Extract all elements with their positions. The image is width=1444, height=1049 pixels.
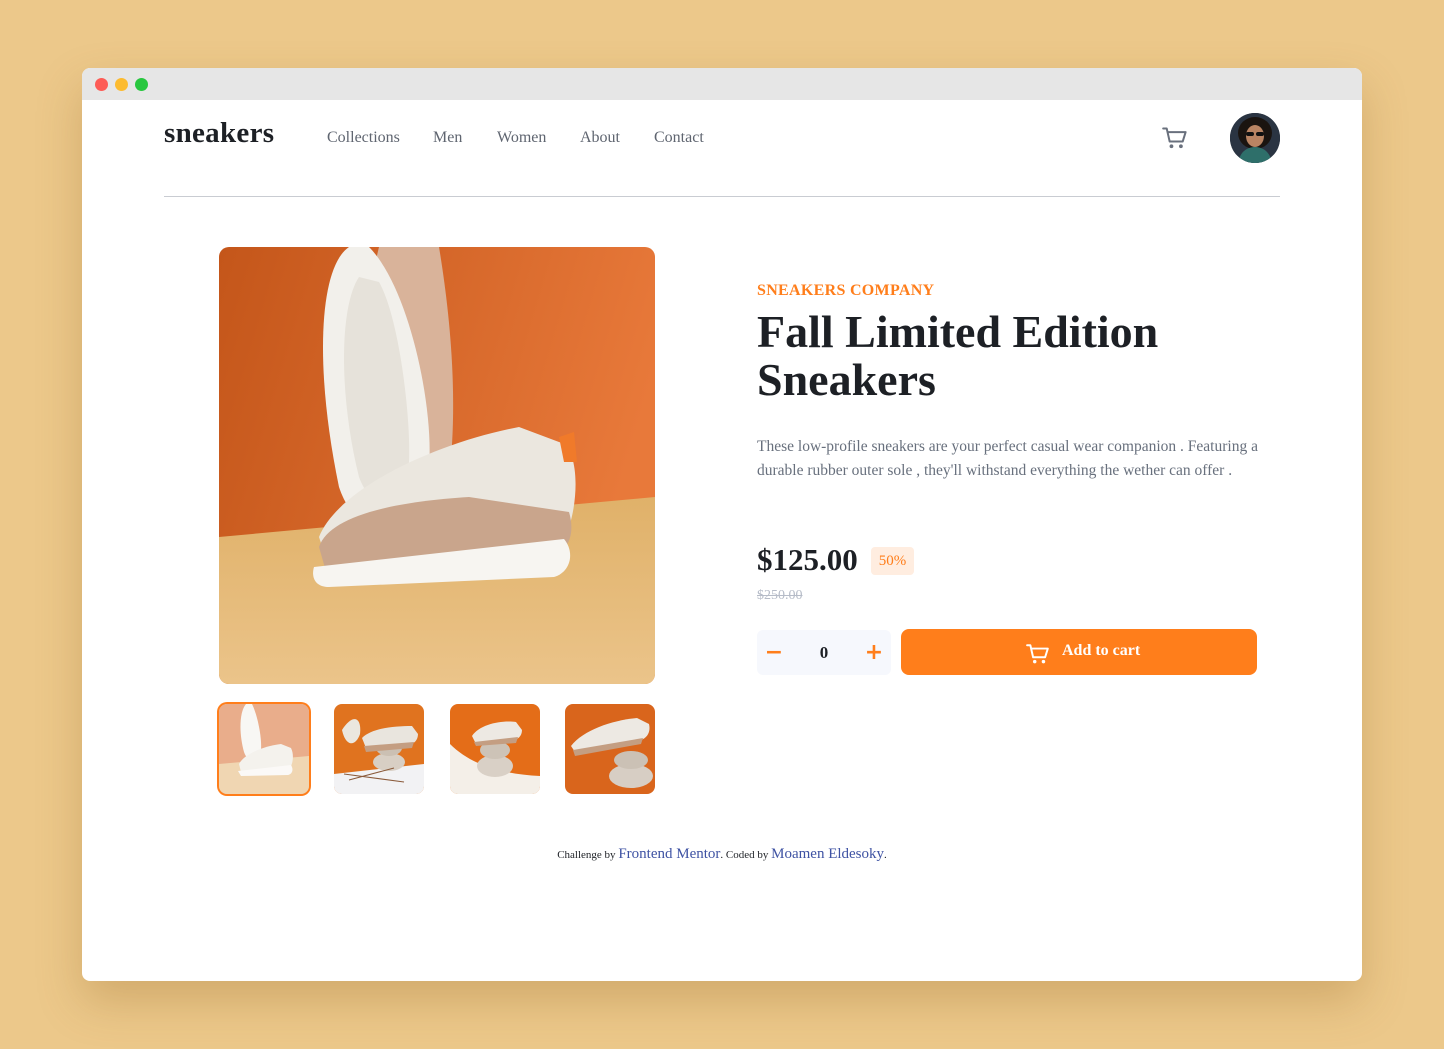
window-titlebar bbox=[82, 68, 1362, 100]
current-price: $125.00 bbox=[757, 542, 858, 577]
user-avatar[interactable] bbox=[1230, 113, 1280, 163]
attribution-suffix: . bbox=[884, 849, 887, 861]
discount-badge: 50% bbox=[871, 547, 914, 575]
original-price: $250.00 bbox=[757, 588, 803, 603]
close-window-button[interactable] bbox=[95, 78, 108, 91]
quantity-value: 0 bbox=[819, 643, 829, 662]
nav-men[interactable]: Men bbox=[433, 129, 462, 147]
nav-women[interactable]: Women bbox=[497, 129, 546, 147]
avatar-image bbox=[1230, 113, 1280, 163]
increase-quantity-button[interactable]: + bbox=[857, 630, 891, 675]
maximize-window-button[interactable] bbox=[135, 78, 148, 91]
thumbnail-2-image bbox=[334, 704, 424, 794]
decrease-quantity-button[interactable]: − bbox=[757, 630, 791, 675]
nav-about[interactable]: About bbox=[580, 129, 620, 147]
thumbnail-2[interactable] bbox=[334, 704, 424, 794]
product-title-line-2: Sneakers bbox=[757, 354, 936, 405]
attribution-middle: . Coded by bbox=[720, 849, 772, 861]
thumbnail-3-image bbox=[450, 704, 540, 794]
nav-contact[interactable]: Contact bbox=[654, 129, 704, 147]
thumbnail-3[interactable] bbox=[450, 704, 540, 794]
product-description: These low-profile sneakers are your perf… bbox=[757, 438, 1258, 479]
author-link[interactable]: Moamen Eldesoky bbox=[771, 846, 884, 862]
minimize-window-button[interactable] bbox=[115, 78, 128, 91]
company-label: SNEAKERS COMPANY bbox=[757, 282, 935, 299]
attribution-prefix: Challenge by bbox=[557, 849, 619, 861]
header-divider bbox=[164, 196, 1280, 197]
nav-collections[interactable]: Collections bbox=[327, 129, 400, 147]
attribution: Challenge by Frontend Mentor. Coded by M… bbox=[82, 846, 1362, 863]
thumbnail-1[interactable] bbox=[219, 704, 309, 794]
site-logo[interactable]: sneakers bbox=[164, 117, 274, 150]
frontend-mentor-link[interactable]: Frontend Mentor bbox=[618, 846, 720, 862]
add-to-cart-label: Add to cart bbox=[1062, 642, 1141, 659]
add-to-cart-button[interactable]: Add to cart bbox=[901, 629, 1257, 675]
thumbnail-4[interactable] bbox=[565, 704, 655, 794]
sneaker-photo bbox=[219, 247, 655, 684]
cart-icon bbox=[1026, 644, 1049, 664]
quantity-stepper: − 0 + bbox=[757, 630, 891, 675]
browser-window: sneakers Collections Men Women About Con… bbox=[82, 68, 1362, 981]
product-main-image[interactable] bbox=[219, 247, 655, 684]
product-title-line-1: Fall Limited Edition bbox=[757, 306, 1159, 357]
product-title: Fall Limited Edition Sneakers bbox=[757, 308, 1257, 404]
cart-icon[interactable] bbox=[1162, 126, 1188, 150]
thumbnail-4-image bbox=[565, 704, 655, 794]
thumbnail-1-image bbox=[219, 704, 309, 794]
